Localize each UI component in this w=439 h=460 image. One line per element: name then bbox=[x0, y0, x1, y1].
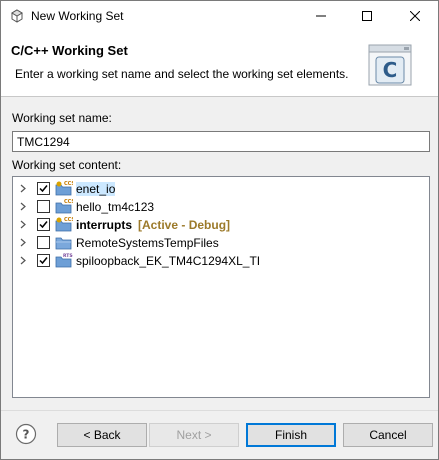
tree-row-interrupts[interactable]: CCS interrupts [Active - Debug] bbox=[13, 215, 429, 234]
rtsc-project-icon: RTSC bbox=[55, 253, 73, 268]
checkbox-interrupts[interactable] bbox=[37, 218, 50, 231]
project-name: spiloopback_EK_TM4C1294XL_TI bbox=[76, 254, 261, 268]
svg-text:RTSC: RTSC bbox=[63, 253, 73, 259]
finish-button[interactable]: Finish bbox=[246, 423, 336, 447]
banner-description: Enter a working set name and select the … bbox=[15, 67, 349, 81]
working-set-content-tree[interactable]: CCS enet_io CCS hello_tm4c123 CCS bbox=[12, 176, 430, 398]
new-working-set-dialog: New Working Set C/C++ Working Set Enter … bbox=[0, 0, 439, 460]
c-project-icon: C bbox=[368, 44, 412, 86]
project-name: hello_tm4c123 bbox=[76, 200, 155, 214]
chevron-right-icon[interactable] bbox=[19, 256, 28, 265]
chevron-right-icon[interactable] bbox=[19, 184, 28, 193]
svg-text:CCS: CCS bbox=[64, 217, 73, 223]
tree-row-remote-systems-temp-files[interactable]: RemoteSystemsTempFiles bbox=[13, 233, 429, 252]
project-label-interrupts: interrupts [Active - Debug] bbox=[76, 218, 230, 232]
minimize-button[interactable] bbox=[298, 1, 344, 31]
project-name: enet_io bbox=[76, 182, 116, 196]
project-name: RemoteSystemsTempFiles bbox=[76, 236, 219, 250]
ccs-project-icon: CCS bbox=[55, 181, 73, 196]
eclipse-app-icon bbox=[11, 9, 23, 23]
next-button[interactable]: Next > bbox=[149, 423, 239, 447]
folder-icon bbox=[55, 237, 72, 250]
close-button[interactable] bbox=[392, 1, 438, 31]
back-button[interactable]: < Back bbox=[57, 423, 147, 447]
chevron-right-icon[interactable] bbox=[19, 220, 28, 229]
cancel-button[interactable]: Cancel bbox=[343, 423, 433, 447]
working-set-content-label: Working set content: bbox=[12, 158, 122, 172]
working-set-name-input[interactable] bbox=[12, 131, 430, 152]
svg-text:?: ? bbox=[23, 428, 30, 442]
ccs-project-icon: CCS bbox=[55, 199, 73, 214]
title-bar[interactable]: New Working Set bbox=[1, 1, 438, 31]
checkmark-icon bbox=[39, 185, 48, 193]
working-set-name-label: Working set name: bbox=[12, 111, 112, 125]
chevron-right-icon[interactable] bbox=[19, 238, 28, 247]
help-icon[interactable]: ? bbox=[15, 423, 37, 445]
checkbox-enet-io[interactable] bbox=[37, 182, 50, 195]
tree-row-hello-tm4c123[interactable]: CCS hello_tm4c123 bbox=[13, 197, 429, 216]
maximize-button[interactable] bbox=[344, 1, 390, 31]
project-name: interrupts bbox=[76, 218, 133, 232]
maximize-icon bbox=[362, 11, 372, 21]
minimize-icon bbox=[316, 15, 326, 17]
header-banner: C/C++ Working Set Enter a working set na… bbox=[1, 31, 438, 97]
tree-row-enet-io[interactable]: CCS enet_io bbox=[13, 179, 429, 198]
checkbox-remote-systems-temp-files[interactable] bbox=[37, 236, 50, 249]
tree-row-spiloopback[interactable]: RTSC spiloopback_EK_TM4C1294XL_TI bbox=[13, 251, 429, 270]
active-config-badge: [Active - Debug] bbox=[138, 218, 231, 232]
svg-text:CCS: CCS bbox=[64, 199, 73, 205]
banner-title: C/C++ Working Set bbox=[11, 43, 128, 58]
close-icon bbox=[410, 11, 420, 21]
svg-text:C: C bbox=[383, 58, 398, 82]
window-title: New Working Set bbox=[31, 9, 124, 23]
checkbox-spiloopback[interactable] bbox=[37, 254, 50, 267]
checkmark-icon bbox=[39, 257, 48, 265]
svg-text:CCS: CCS bbox=[64, 181, 73, 187]
footer-divider bbox=[1, 410, 438, 411]
checkbox-hello-tm4c123[interactable] bbox=[37, 200, 50, 213]
chevron-right-icon[interactable] bbox=[19, 202, 28, 211]
checkmark-icon bbox=[39, 221, 48, 229]
ccs-project-icon: CCS bbox=[55, 217, 73, 232]
